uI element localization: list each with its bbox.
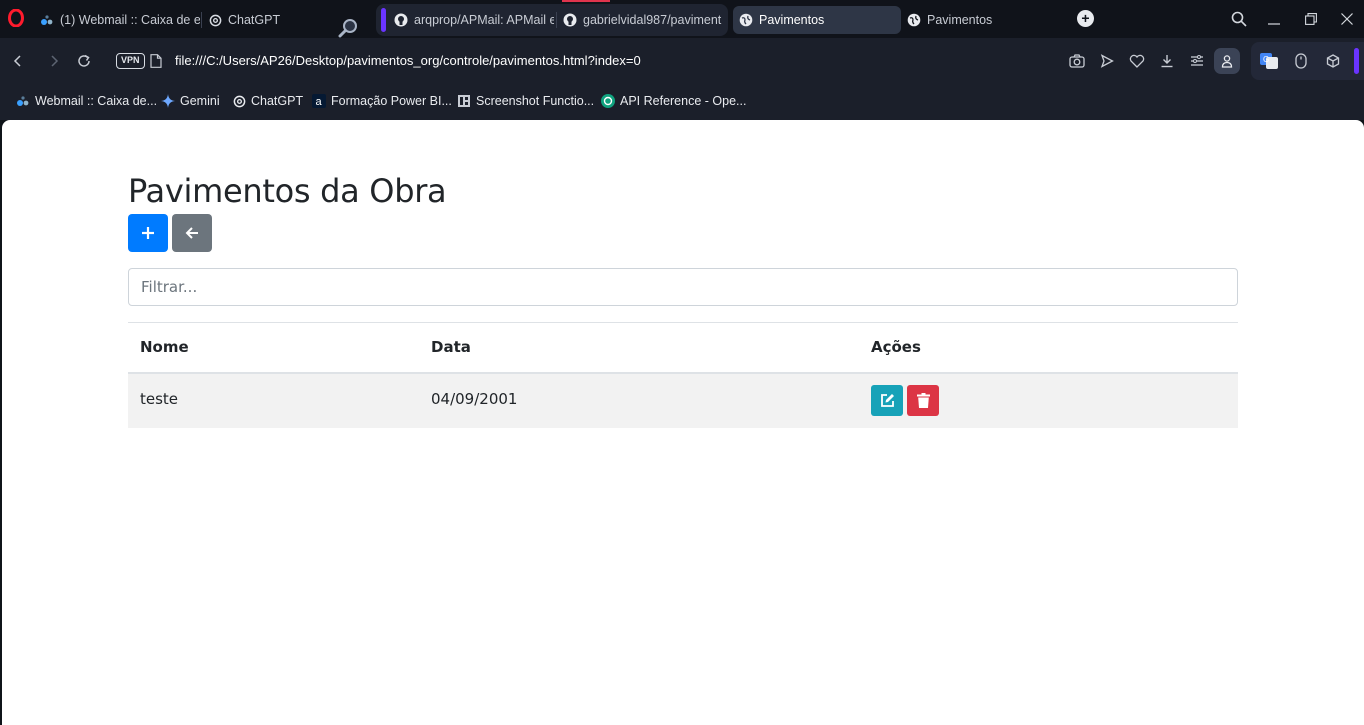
bookmark-screenshot[interactable]: Screenshot Functio... xyxy=(457,92,594,110)
download-icon[interactable] xyxy=(1158,52,1176,70)
easy-setup-icon[interactable] xyxy=(1188,52,1206,70)
cube-extension-icon[interactable] xyxy=(1324,52,1342,70)
tab-chatgpt[interactable]: ChatGPT xyxy=(202,6,322,34)
back-button[interactable] xyxy=(172,214,212,252)
chatgpt-icon xyxy=(208,13,222,27)
tab-webmail[interactable]: (1) Webmail :: Caixa de ent xyxy=(34,6,200,34)
openai-icon xyxy=(601,94,615,108)
bookmarks-bar: Webmail :: Caixa de... Gemini ChatGPT a … xyxy=(0,84,1364,120)
bookmark-api-reference[interactable]: API Reference - Ope... xyxy=(601,92,746,110)
pavimentos-table: Nome Data Ações teste 04/09/2001 xyxy=(128,322,1238,428)
github-icon xyxy=(563,13,577,27)
delete-button[interactable] xyxy=(907,385,939,416)
column-header-nome[interactable]: Nome xyxy=(128,322,419,374)
bookmark-webmail[interactable]: Webmail :: Caixa de... xyxy=(16,92,157,110)
tab-pavimentos[interactable]: Pavimentos xyxy=(901,6,1061,34)
file-page-icon[interactable] xyxy=(150,54,162,68)
cell-acoes xyxy=(859,372,1238,428)
tab-strip: (1) Webmail :: Caixa de ent ChatGPT arqp… xyxy=(0,0,1364,38)
close-window-icon[interactable] xyxy=(1337,9,1357,29)
browser-window: (1) Webmail :: Caixa de ent ChatGPT arqp… xyxy=(0,0,1364,725)
tab-gabrielvidal[interactable]: gabrielvidal987/paviment xyxy=(557,6,725,34)
tab-group-color-bar[interactable] xyxy=(381,8,386,32)
edit-button[interactable] xyxy=(871,385,903,416)
tab-label: (1) Webmail :: Caixa de ent xyxy=(60,13,200,27)
github-icon xyxy=(394,13,408,27)
webmail-icon xyxy=(16,94,30,108)
globe-icon xyxy=(907,13,921,27)
opera-logo-icon[interactable] xyxy=(8,9,24,27)
tab-label: gabrielvidal987/paviment xyxy=(583,13,722,27)
trash-icon xyxy=(916,393,930,408)
heart-icon[interactable] xyxy=(1128,52,1146,70)
send-icon[interactable] xyxy=(1098,52,1116,70)
bookmark-label: Formação Power BI... xyxy=(331,94,452,108)
arrow-left-icon xyxy=(185,227,198,239)
forward-nav-icon[interactable] xyxy=(44,51,64,71)
page-title: Pavimentos da Obra xyxy=(128,172,447,210)
globe-icon xyxy=(739,13,753,27)
translate-extension-icon[interactable]: G xyxy=(1260,52,1278,70)
bookmark-label: ChatGPT xyxy=(251,94,304,108)
svg-text:a: a xyxy=(316,96,323,108)
webmail-icon xyxy=(40,13,54,27)
minimize-icon[interactable] xyxy=(1264,9,1284,29)
bookmark-gemini[interactable]: Gemini xyxy=(161,92,220,110)
bookmark-alura[interactable]: a Formação Power BI... xyxy=(312,92,452,110)
profile-avatar-icon[interactable] xyxy=(1214,48,1240,74)
column-header-data[interactable]: Data xyxy=(419,322,859,374)
cell-data: 04/09/2001 xyxy=(419,372,859,428)
filter-input[interactable] xyxy=(128,268,1238,306)
bookmark-label: Gemini xyxy=(180,94,220,108)
tab-group-indicator xyxy=(562,0,610,2)
gemini-icon xyxy=(161,94,175,108)
search-icon[interactable] xyxy=(1229,9,1249,29)
cell-nome: teste xyxy=(128,372,419,428)
sidebar-edge[interactable] xyxy=(1354,48,1359,74)
bookmark-chatgpt[interactable]: ChatGPT xyxy=(232,92,303,110)
back-nav-icon[interactable] xyxy=(8,51,28,71)
camera-icon[interactable] xyxy=(1068,52,1086,70)
column-header-acoes: Ações xyxy=(859,322,1238,374)
mouse-extension-icon[interactable] xyxy=(1292,52,1310,70)
url-field[interactable]: file:///C:/Users/AP26/Desktop/pavimentos… xyxy=(175,53,641,68)
web-page: Pavimentos da Obra Nome Data A xyxy=(2,120,1364,725)
chatgpt-icon xyxy=(232,94,246,108)
tab-label: ChatGPT xyxy=(228,13,281,27)
tab-label: Pavimentos xyxy=(759,13,825,27)
table-row: teste 04/09/2001 xyxy=(128,372,1238,428)
table-header-row: Nome Data Ações xyxy=(128,322,1238,374)
bookmark-label: Screenshot Functio... xyxy=(476,94,595,108)
tab-label: arqprop/APMail: APMail e xyxy=(414,13,554,27)
search-tabs-icon[interactable] xyxy=(337,18,359,38)
restore-icon[interactable] xyxy=(1301,9,1321,29)
edit-icon xyxy=(880,394,894,407)
tab-apmail[interactable]: arqprop/APMail: APMail e xyxy=(388,6,554,34)
reload-icon[interactable] xyxy=(74,51,94,71)
tab-pavimentos-active[interactable]: Pavimentos xyxy=(733,6,901,34)
alura-icon: a xyxy=(312,94,326,108)
add-pavimento-button[interactable] xyxy=(128,214,168,252)
row-actions xyxy=(871,385,1226,416)
bookmark-label: Webmail :: Caixa de... xyxy=(35,94,158,108)
plus-icon xyxy=(142,227,154,239)
bookmark-label: API Reference - Ope... xyxy=(620,94,747,108)
tab-label: Pavimentos xyxy=(927,13,993,27)
doc-icon xyxy=(457,94,471,108)
new-tab-plus-icon[interactable]: + xyxy=(1077,10,1094,27)
vpn-badge[interactable]: VPN xyxy=(116,53,145,69)
svg-text:G: G xyxy=(1263,55,1269,64)
address-bar-row: VPN file:///C:/Users/AP26/Desktop/pavime… xyxy=(0,38,1364,84)
